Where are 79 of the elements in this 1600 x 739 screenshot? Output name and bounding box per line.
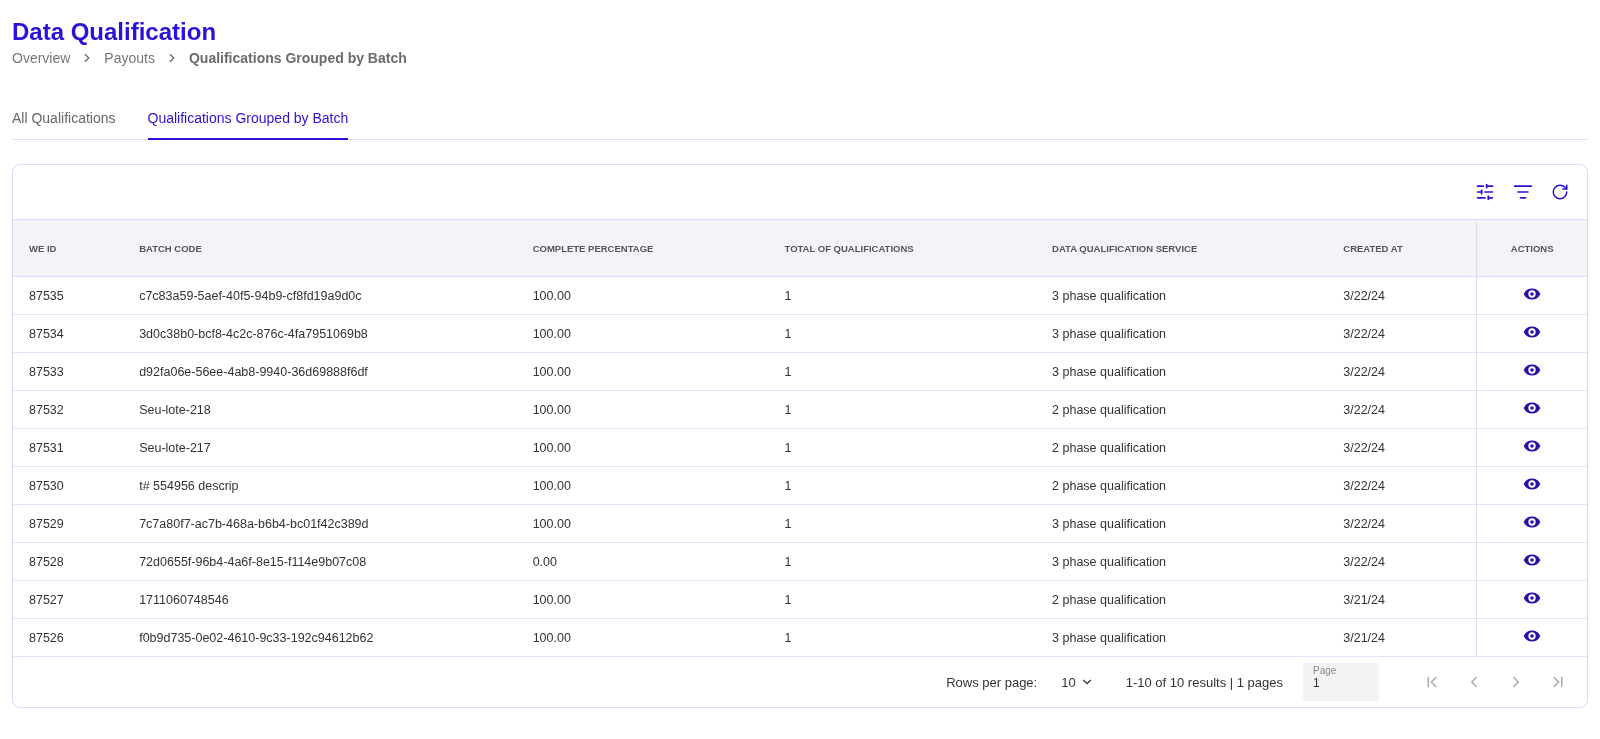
tab[interactable]: Qualifications Grouped by Batch [147, 104, 349, 140]
table-cell: 1 [768, 314, 1037, 353]
breadcrumb-link[interactable]: Qualifications Grouped by Batch [188, 50, 407, 66]
page-field[interactable]: Page 1 [1303, 663, 1379, 701]
table-cell: 1 [768, 276, 1037, 315]
table-cell: 87528 [13, 542, 124, 581]
page-input[interactable]: 1 [1313, 676, 1369, 690]
table-cell: 3/22/24 [1327, 276, 1477, 315]
table-cell: 87531 [13, 428, 124, 467]
table-cell: 3 phase qualification [1036, 504, 1328, 543]
table-cell: 2 phase qualification [1036, 466, 1328, 505]
breadcrumb-link[interactable]: Overview [12, 50, 71, 66]
column-header: WE ID [13, 220, 124, 277]
table-cell: 2 phase qualification [1036, 390, 1328, 429]
table-cell: 72d0655f-96b4-4a6f-8e15-f114e9b07c08 [123, 542, 517, 581]
table-cell: 1 [768, 428, 1037, 467]
table-cell: 100.00 [516, 276, 769, 315]
results-summary: 1-10 of 10 results | 1 pages [1125, 674, 1283, 690]
table-cell: 1 [768, 390, 1037, 429]
column-header: CREATED AT [1327, 220, 1477, 277]
tab[interactable]: All Qualifications [12, 104, 116, 140]
table-cell: 3/21/24 [1327, 580, 1477, 619]
table-cell: 87534 [13, 314, 124, 353]
table-cell: t# 554956 descrip [123, 466, 517, 505]
table-cell: 87533 [13, 352, 124, 391]
column-header: ACTIONS [1476, 220, 1587, 277]
table-cell: 3 phase qualification [1036, 618, 1328, 657]
table-cell: 1711060748546 [123, 580, 517, 619]
table-cell: 7c7a80f7-ac7b-468a-b6b4-bc01f42c389d [123, 504, 517, 543]
column-header: BATCH CODE [123, 220, 517, 277]
table-cell: 3 phase qualification [1036, 542, 1328, 581]
table-cell: Seu-lote-218 [123, 390, 517, 429]
table-cell: f0b9d735-0e02-4610-9c33-192c94612b62 [123, 618, 517, 657]
table-cell: 1 [768, 580, 1037, 619]
table-cell: 3 phase qualification [1036, 314, 1328, 353]
rows-per-page-select[interactable]: 10 [1061, 674, 1094, 690]
table-cell: 87532 [13, 390, 124, 429]
table-cell: 100.00 [516, 428, 769, 467]
table-cell: c7c83a59-5aef-40f5-94b9-cf8fd19a9d0c [123, 276, 517, 315]
table-cell: 3/21/24 [1327, 618, 1477, 657]
table-cell: 1 [768, 352, 1037, 391]
table-cell: 100.00 [516, 314, 769, 353]
table-cell: d92fa06e-56ee-4ab8-9940-36d69888f6df [123, 352, 517, 391]
table-cell: 1 [768, 542, 1037, 581]
breadcrumb-link[interactable]: Payouts [104, 50, 155, 66]
table-cell: 2 phase qualification [1036, 428, 1328, 467]
table-cell: 3/22/24 [1327, 428, 1477, 467]
table-cell: 100.00 [516, 618, 769, 657]
page-label: Page [1313, 665, 1338, 676]
column-header: DATA QUALIFICATION SERVICE [1036, 220, 1328, 277]
table-cell: Seu-lote-217 [123, 428, 517, 467]
table-cell: 87527 [13, 580, 124, 619]
table-cell: 2 phase qualification [1036, 580, 1328, 619]
table-cell: 3/22/24 [1327, 352, 1477, 391]
table-cell: 87530 [13, 466, 124, 505]
table-cell: 3/22/24 [1327, 542, 1477, 581]
column-header: COMPLETE PERCENTAGE [516, 220, 769, 277]
table-cell: 3d0c38b0-bcf8-4c2c-876c-4fa7951069b8 [123, 314, 517, 353]
table-cell: 100.00 [516, 352, 769, 391]
rows-per-page-label: Rows per page: [946, 674, 1038, 690]
table-cell: 1 [768, 504, 1037, 543]
table-cell: 100.00 [516, 466, 769, 505]
table-cell: 1 [768, 466, 1037, 505]
table-cell: 3/22/24 [1327, 504, 1477, 543]
table-cell: 100.00 [516, 580, 769, 619]
table-cell: 100.00 [516, 390, 769, 429]
table-cell: 0.00 [516, 542, 769, 581]
page-title: Data Qualification [12, 18, 218, 46]
table-cell: 3 phase qualification [1036, 276, 1328, 315]
table-cell: 3/22/24 [1327, 314, 1477, 353]
column-header: TOTAL OF QUALIFICATIONS [768, 220, 1037, 277]
table-cell: 87529 [13, 504, 124, 543]
table-cell: 100.00 [516, 504, 769, 543]
table-cell: 1 [768, 618, 1037, 657]
table-cell: 3/22/24 [1327, 466, 1477, 505]
table-cell: 87535 [13, 276, 124, 315]
table-cell: 3/22/24 [1327, 390, 1477, 429]
table-cell: 87526 [13, 618, 124, 657]
table-cell: 3 phase qualification [1036, 352, 1328, 391]
